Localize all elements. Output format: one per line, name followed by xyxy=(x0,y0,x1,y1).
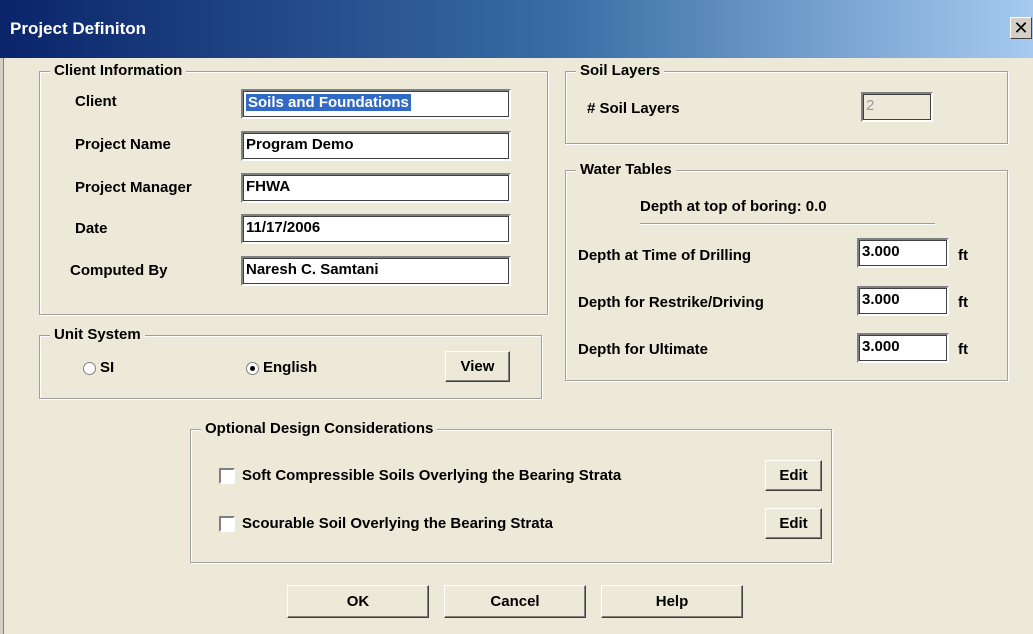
depth-restrike-unit: ft xyxy=(958,294,968,311)
si-label[interactable]: SI xyxy=(100,359,114,376)
scourable-soil-edit-button[interactable]: Edit xyxy=(765,508,822,539)
client-input[interactable]: Soils and Foundations xyxy=(241,89,511,119)
client-label: Client xyxy=(75,93,117,110)
english-label[interactable]: English xyxy=(263,359,317,376)
close-button[interactable]: ✕ xyxy=(1010,17,1032,39)
soil-layers-legend: Soil Layers xyxy=(576,62,665,80)
soft-compressible-checkbox[interactable] xyxy=(219,468,235,484)
scourable-soil-checkbox[interactable] xyxy=(219,516,235,532)
depth-drilling-label: Depth at Time of Drilling xyxy=(578,247,752,264)
project-manager-label: Project Manager xyxy=(75,179,192,196)
depth-restrike-label: Depth for Restrike/Driving xyxy=(578,294,764,311)
project-name-label: Project Name xyxy=(75,136,171,153)
help-button[interactable]: Help xyxy=(601,585,743,618)
depth-top-of-boring: Depth at top of boring: 0.0 xyxy=(640,198,827,215)
project-manager-input[interactable]: FHWA xyxy=(241,173,511,203)
depth-ultimate-unit: ft xyxy=(958,341,968,358)
depth-drilling-input[interactable]: 3.000 xyxy=(857,238,949,268)
client-information-legend: Client Information xyxy=(50,62,187,80)
optional-design-group: Optional Design Considerations xyxy=(190,420,832,563)
soft-compressible-edit-button[interactable]: Edit xyxy=(765,460,822,491)
water-tables-legend: Water Tables xyxy=(576,161,676,179)
window-title: Project Definiton xyxy=(10,19,147,38)
optional-design-legend: Optional Design Considerations xyxy=(201,420,438,438)
date-input[interactable]: 11/17/2006 xyxy=(241,214,511,244)
unit-system-legend: Unit System xyxy=(50,326,145,344)
title-bar: Project Definiton ✕ xyxy=(0,0,1033,58)
view-button[interactable]: View xyxy=(445,351,510,382)
depth-ultimate-input[interactable]: 3.000 xyxy=(857,333,949,363)
soil-layers-label: # Soil Layers xyxy=(587,100,680,117)
date-label: Date xyxy=(75,220,108,237)
depth-ultimate-label: Depth for Ultimate xyxy=(578,341,709,358)
window-border xyxy=(0,58,4,634)
computed-by-label: Computed By xyxy=(70,262,168,279)
close-icon: ✕ xyxy=(1013,18,1029,38)
soil-layers-input[interactable]: 2 xyxy=(861,92,933,122)
project-name-input[interactable]: Program Demo xyxy=(241,131,511,161)
cancel-button[interactable]: Cancel xyxy=(444,585,586,618)
computed-by-input[interactable]: Naresh C. Samtani xyxy=(241,256,511,286)
depth-restrike-input[interactable]: 3.000 xyxy=(857,286,949,316)
depth-drilling-unit: ft xyxy=(958,247,968,264)
si-radio[interactable] xyxy=(83,362,96,375)
soft-compressible-label[interactable]: Soft Compressible Soils Overlying the Be… xyxy=(242,467,621,484)
scourable-soil-label[interactable]: Scourable Soil Overlying the Bearing Str… xyxy=(242,515,553,532)
ok-button[interactable]: OK xyxy=(287,585,429,618)
separator xyxy=(640,223,935,225)
english-radio[interactable] xyxy=(246,362,259,375)
